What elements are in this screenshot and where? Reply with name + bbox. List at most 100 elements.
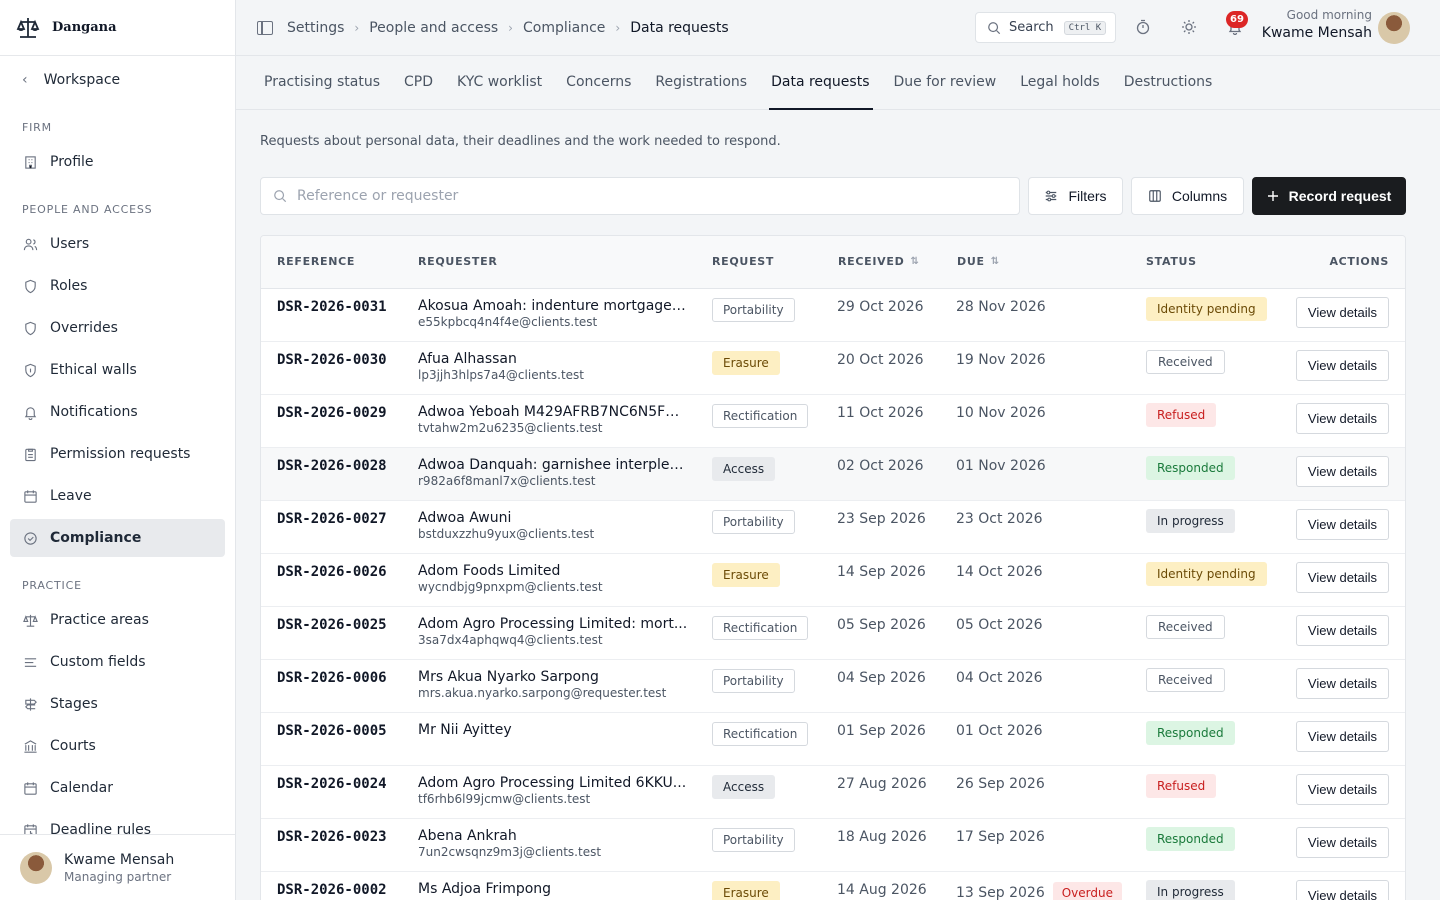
actions-cell: View details [1296,668,1389,699]
tab-due-for-review[interactable]: Due for review [893,55,996,109]
breadcrumb-settings[interactable]: Settings [287,20,344,36]
shield-lock-icon [22,362,38,378]
table-row[interactable]: DSR-2026-0026 Adom Foods Limited wycndbjg9… [261,554,1405,607]
requester-cell: Adwoa Danquah: garnishee interplea... r98… [418,457,688,488]
brand-name: Dangana [52,20,117,35]
workspace-back-link[interactable]: ‹ Workspace [0,56,235,104]
sidebar-item-label: Courts [50,738,96,754]
sidebar-item-notifications[interactable]: Notifications [10,393,225,431]
status-badge: Received [1146,350,1225,374]
requester-name: Abena Ankrah [418,828,517,844]
column-header-received[interactable]: RECEIVED ⇅ [838,255,920,268]
sidebar-item-calendar[interactable]: Calendar [10,769,225,807]
view-details-button[interactable]: View details [1296,297,1389,328]
table-row[interactable]: DSR-2026-0029 Adwoa Yeboah M429AFRB7NC6N5… [261,395,1405,448]
tab-practising-status[interactable]: Practising status [264,55,380,109]
requester-name: Afua Alhassan [418,351,517,367]
due-date: 10 Nov 2026 [956,405,1046,421]
sidebar-item-ethical-walls[interactable]: Ethical walls [10,351,225,389]
sidebar-item-stages[interactable]: Stages [10,685,225,723]
columns-button[interactable]: Columns [1131,177,1244,215]
view-details-button[interactable]: View details [1296,403,1389,434]
status-cell: Responded [1146,721,1235,745]
sidebar-item-compliance[interactable]: Compliance [10,519,225,557]
brand[interactable]: Dangana [0,0,235,56]
breadcrumb-data-requests: Data requests [630,19,729,36]
request-type-cell: Access [712,775,776,799]
view-details-button[interactable]: View details [1296,721,1389,752]
sidebar-item-label: Calendar [50,780,113,796]
table-row[interactable]: DSR-2026-0030 Afua Alhassan lp3jjh3hlps7a4… [261,342,1405,395]
theme-sun-icon[interactable] [1180,18,1198,36]
view-details-button[interactable]: View details [1296,827,1389,858]
tab-destructions[interactable]: Destructions [1124,55,1213,109]
sidebar-item-users[interactable]: Users [10,225,225,263]
status-cell: Refused [1146,774,1217,798]
search-field[interactable] [260,177,1020,215]
view-details-button[interactable]: View details [1296,562,1389,593]
global-search-button[interactable]: Search Ctrl K [975,12,1116,43]
view-details-button[interactable]: View details [1296,774,1389,805]
list-icon [22,654,38,670]
table-row[interactable]: DSR-2026-0005 Mr Nii Ayittey Rectification… [261,713,1405,766]
breadcrumb-people-access[interactable]: People and access [369,20,498,36]
sidebar-item-leave[interactable]: Leave [10,477,225,515]
sidebar-item-overrides[interactable]: Overrides [10,309,225,347]
view-details-button[interactable]: View details [1296,880,1389,900]
sidebar-item-practice-areas[interactable]: Practice areas [10,601,225,639]
avatar[interactable] [1378,12,1410,44]
filters-button[interactable]: Filters [1028,177,1123,215]
request-type-cell: Portability [712,669,795,693]
sidebar-item-roles[interactable]: Roles [10,267,225,305]
timer-icon[interactable] [1134,18,1152,36]
due-date: 13 Sep 2026 [956,885,1045,900]
tab-kyc-worklist[interactable]: KYC worklist [457,55,542,109]
table-row[interactable]: DSR-2026-0006 Mrs Akua Nyarko Sarpong mrs.… [261,660,1405,713]
column-header-due[interactable]: DUE ⇅ [957,255,1000,268]
requester-name: Adwoa Awuni [418,510,512,526]
status-badge: In progress [1146,509,1235,533]
received-date: 14 Aug 2026 [837,882,927,898]
tab-data-requests[interactable]: Data requests [769,55,874,110]
sidebar-item-label: Roles [50,278,88,294]
sidebar-toggle-icon[interactable] [257,20,273,35]
table-row[interactable]: DSR-2026-0027 Adwoa Awuni bstduxzzhu9yux@c… [261,501,1405,554]
status-badge: Received [1146,615,1225,639]
sidebar-user-card[interactable]: Kwame Mensah Managing partner [0,834,235,900]
table-row[interactable]: DSR-2026-0002 Ms Adjoa Frimpong Erasure 14 … [261,872,1405,900]
received-date: 01 Sep 2026 [837,723,926,739]
sidebar-item-custom-fields[interactable]: Custom fields [10,643,225,681]
tab-registrations[interactable]: Registrations [655,55,747,109]
table-row[interactable]: DSR-2026-0028 Adwoa Danquah: garnishee in… [261,448,1405,501]
column-header-request: REQUEST [712,255,775,268]
breadcrumb-compliance[interactable]: Compliance [523,20,605,36]
request-type-tag: Portability [712,828,795,852]
actions-cell: View details [1296,774,1389,805]
users-icon [22,236,38,252]
status-badge: Received [1146,668,1225,692]
reference-search-input[interactable] [297,188,997,204]
requester-cell: Adwoa Yeboah M429AFRB7NC6N5FG... tvtahw2m… [418,404,688,435]
sliders-icon [1044,189,1058,203]
view-details-button[interactable]: View details [1296,668,1389,699]
request-type-tag: Portability [712,669,795,693]
view-details-button[interactable]: View details [1296,456,1389,487]
view-details-button[interactable]: View details [1296,350,1389,381]
tab-legal-holds[interactable]: Legal holds [1020,55,1099,109]
table-row[interactable]: DSR-2026-0023 Abena Ankrah 7un2cwsqnz9m3j@… [261,819,1405,872]
sidebar-item-courts[interactable]: Courts [10,727,225,765]
view-details-button[interactable]: View details [1296,509,1389,540]
table-row[interactable]: DSR-2026-0025 Adom Agro Processing Limite… [261,607,1405,660]
tab-concerns[interactable]: Concerns [566,55,631,109]
received-date: 20 Oct 2026 [837,352,924,368]
sidebar-item-permission-requests[interactable]: Permission requests [10,435,225,473]
breadcrumb: Settings › People and access › Complianc… [287,20,729,36]
tab-cpd[interactable]: CPD [404,55,433,109]
table-row[interactable]: DSR-2026-0024 Adom Agro Processing Limite… [261,766,1405,819]
record-request-button[interactable]: Record request [1252,177,1406,215]
sidebar-item-profile[interactable]: Profile [10,143,225,181]
due-date: 28 Nov 2026 [956,299,1046,315]
requester-cell: Afua Alhassan lp3jjh3hlps7a4@clients.test [418,351,688,382]
view-details-button[interactable]: View details [1296,615,1389,646]
table-row[interactable]: DSR-2026-0031 Akosua Amoah: indenture mor… [261,289,1405,342]
